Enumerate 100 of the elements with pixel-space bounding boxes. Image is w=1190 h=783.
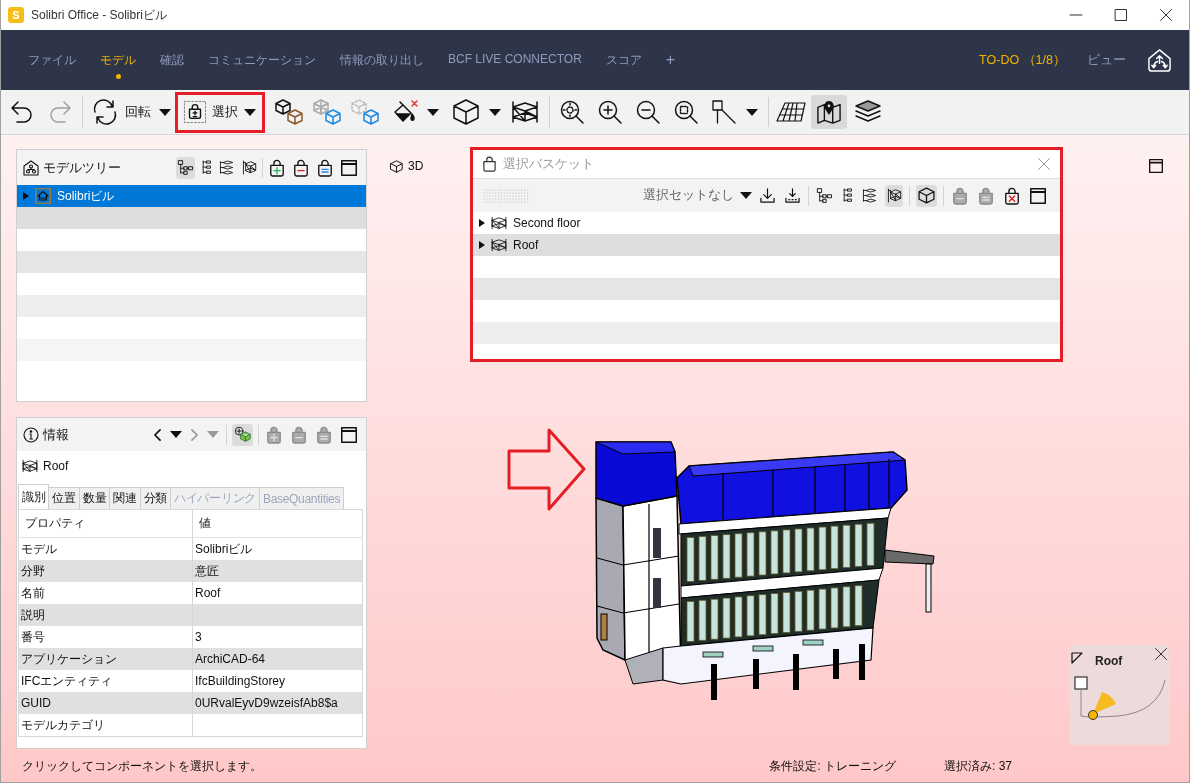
zoom-out-icon	[636, 100, 660, 124]
app-logo: S	[8, 7, 24, 23]
view-mode-button[interactable]	[884, 184, 903, 207]
bag-x-icon	[1004, 186, 1020, 205]
layers-icon	[855, 100, 881, 124]
bag-minus-icon	[291, 425, 307, 444]
dot-icon	[115, 74, 121, 79]
map-button[interactable]	[811, 95, 847, 129]
caret-icon	[159, 108, 171, 116]
chevron-left-icon	[154, 428, 161, 441]
property-tab[interactable]: 分類	[139, 487, 172, 509]
caret-icon	[739, 192, 752, 199]
menu-tab[interactable]: 情報の取り出し	[340, 40, 424, 80]
menu-tab[interactable]: コミュニケーション	[208, 40, 316, 80]
maximize-view-button[interactable]	[1149, 159, 1163, 173]
tree-item[interactable]: Solibriビル	[17, 185, 366, 207]
caret-icon	[170, 431, 182, 438]
bag-equal-icon	[978, 186, 994, 205]
bag-minus-icon	[952, 186, 968, 205]
property-tab[interactable]: 関連	[109, 487, 141, 509]
property-cell-text: アプリケーション	[20, 650, 118, 668]
storey-icon	[22, 459, 38, 473]
storey-tree-icon	[241, 159, 256, 176]
property-cell-text: モデル	[20, 540, 58, 558]
view-button[interactable]: ビュー	[1087, 51, 1126, 69]
property-cell-text: モデルカテゴリ	[20, 716, 106, 734]
model-tree-icon	[23, 159, 39, 176]
rotate-button[interactable]: 回転	[89, 95, 175, 129]
cube-icon	[453, 99, 479, 125]
bag-equal-icon	[317, 158, 333, 177]
grid-plane-icon	[776, 102, 806, 122]
basket-icon	[184, 101, 206, 123]
minimap-title: Roof	[1095, 653, 1123, 668]
caret-icon	[746, 108, 758, 116]
add-tab-button[interactable]: +	[665, 51, 676, 69]
home-button[interactable]	[1147, 47, 1172, 73]
list-tree-icon	[841, 187, 853, 204]
property-cell-text: 説明	[20, 606, 46, 624]
window-icon	[1149, 159, 1163, 173]
column-header: プロパティ	[24, 515, 86, 532]
status-hint: クリックしてコンポーネントを選択します。	[22, 758, 262, 775]
cube-toggle-button[interactable]	[232, 423, 253, 446]
menu-tab[interactable]: BCF LIVE CONNECTOR	[448, 40, 582, 80]
caret-icon	[427, 108, 439, 116]
zoom-area-icon	[674, 100, 698, 124]
hierarchy-icon	[816, 187, 832, 204]
layer-tree-icon	[219, 159, 234, 176]
window-icon	[341, 426, 357, 443]
property-cell-text: 名前	[20, 584, 46, 602]
selection-set-dropdown[interactable]: 選択セットなし	[642, 187, 752, 204]
zoom-fit-icon	[560, 100, 584, 124]
crosshair-cube-icon	[234, 426, 251, 443]
pointer-icon	[712, 100, 736, 124]
basket-item[interactable]: Second floor	[473, 212, 1060, 234]
cube-icon	[918, 187, 935, 204]
paint-bucket-icon	[393, 100, 419, 124]
caret-icon	[244, 108, 256, 116]
window-icon	[1030, 187, 1046, 204]
zoom-in-icon	[598, 100, 622, 124]
bag-plus-icon	[266, 425, 282, 444]
cubes-icon	[275, 99, 303, 125]
maximize-icon	[1114, 9, 1127, 21]
close-icon	[1038, 158, 1050, 170]
column-header: 値	[192, 510, 362, 537]
corner-icon	[1071, 651, 1083, 664]
close-icon	[1155, 648, 1167, 660]
dashed-cube-icon	[351, 99, 379, 125]
view-mode-button[interactable]	[175, 156, 195, 179]
menu-tab[interactable]: モデル	[100, 40, 136, 80]
solid-view-button[interactable]	[916, 184, 937, 207]
house-arrows-icon	[1147, 47, 1172, 73]
property-tab[interactable]: 識別	[18, 484, 50, 509]
storey-icon	[491, 216, 507, 230]
property-cell-text: 分野	[20, 562, 46, 580]
caret-icon	[489, 108, 501, 116]
property-tab[interactable]: 位置	[48, 487, 80, 509]
todo-button[interactable]: TO-DO （1/8）	[979, 51, 1066, 69]
download-icon	[759, 188, 775, 203]
menu-tab[interactable]: ファイル	[28, 40, 76, 80]
panel-title: モデルツリー	[43, 158, 121, 177]
property-cell-text: IFCエンティティ	[20, 672, 114, 690]
menu-tab[interactable]: 確認	[160, 40, 184, 80]
select-button[interactable]: 選択	[175, 91, 265, 133]
storey-tree-icon	[886, 187, 901, 204]
close-button[interactable]	[1155, 648, 1167, 660]
wireframe-cube-icon	[313, 99, 341, 125]
undo-icon	[10, 100, 34, 124]
bag-plus-icon	[269, 158, 285, 177]
panel-title: 情報	[43, 425, 69, 444]
rotate-icon	[93, 100, 117, 124]
property-tab[interactable]: 数量	[78, 487, 111, 509]
close-icon	[1159, 9, 1172, 21]
basket-item[interactable]: Roof	[473, 234, 1060, 256]
status-selected-count: 選択済み: 37	[944, 758, 1012, 775]
window-icon	[341, 159, 357, 176]
bag-minus-icon	[293, 158, 309, 177]
property-cell-text: 番号	[20, 628, 46, 646]
menu-tab[interactable]: スコア	[605, 40, 642, 80]
bag-equal-icon	[316, 425, 332, 444]
caret-icon	[207, 431, 219, 438]
